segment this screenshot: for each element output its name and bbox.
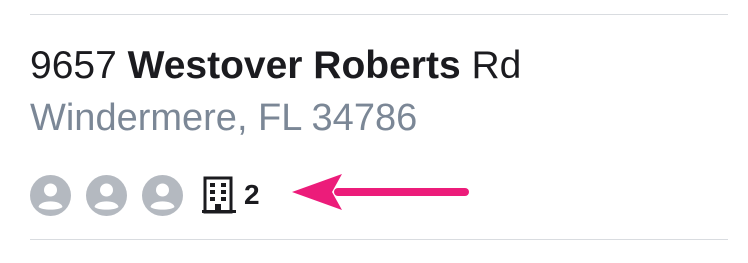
top-divider [30, 14, 728, 15]
person-icon [30, 174, 71, 216]
occupancy-row: 2 [30, 174, 260, 216]
person-icon [86, 174, 127, 216]
street-name: Westover Roberts [127, 44, 461, 87]
street-address: 9657 Westover Roberts Rd [30, 42, 521, 90]
building-icon [202, 175, 236, 215]
address-card[interactable]: 9657 Westover Roberts Rd Windermere, FL … [0, 0, 748, 263]
city-state-zip: Windermere, FL 34786 [30, 97, 418, 139]
street-suffix: Rd [471, 44, 522, 87]
bottom-divider [30, 239, 728, 240]
street-number: 9657 [30, 44, 117, 87]
unit-count: 2 [244, 179, 260, 210]
annotation-arrow-icon [290, 170, 470, 214]
person-icon [142, 174, 183, 216]
